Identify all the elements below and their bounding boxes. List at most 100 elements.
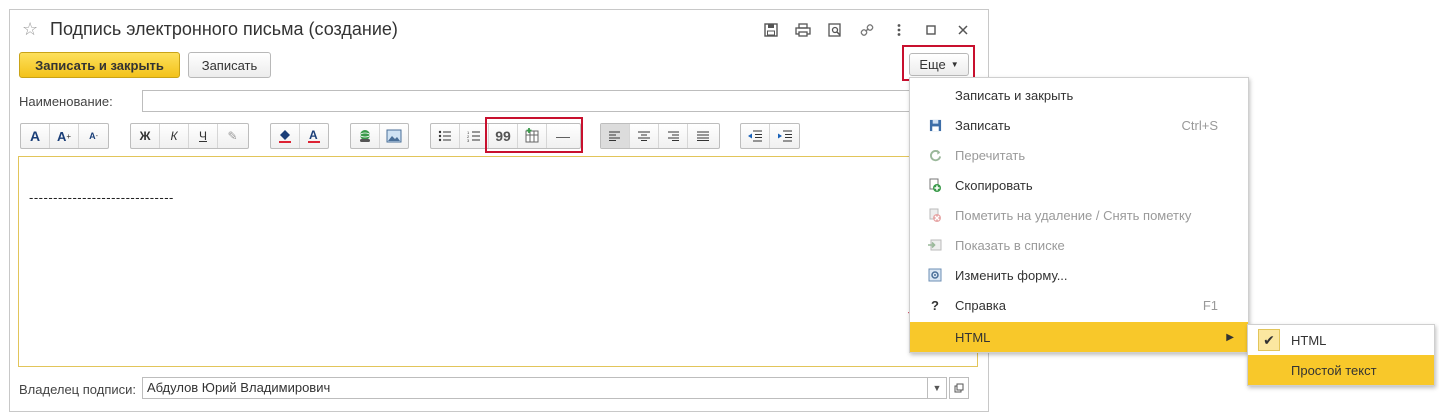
italic-button[interactable]: К — [160, 124, 189, 148]
text-style-group: Ж К Ч ✎ — [130, 123, 249, 149]
link-icon[interactable] — [854, 18, 880, 42]
more-icon[interactable] — [886, 18, 912, 42]
indent-button[interactable] — [770, 124, 799, 148]
editor-content: ------------------------------ — [29, 190, 174, 205]
font-normal-glyph: A — [29, 128, 41, 144]
insert-group — [350, 123, 409, 149]
owner-label: Владелец подписи: — [19, 382, 136, 397]
menu-item-label: Пометить на удаление / Снять пометку — [955, 207, 1192, 223]
bullet-list-icon — [438, 130, 451, 142]
save-and-close-button[interactable]: Записать и закрыть — [19, 52, 180, 78]
menu-item-shortcut: Ctrl+S — [1181, 117, 1218, 133]
owner-open-button[interactable] — [949, 377, 969, 399]
menu-item-label: Записать и закрыть — [955, 87, 1074, 103]
close-icon[interactable] — [950, 18, 976, 42]
name-label: Наименование: — [19, 94, 113, 109]
show-in-list-icon — [928, 238, 942, 252]
save-icon[interactable] — [758, 18, 784, 42]
underline-button[interactable]: Ч — [189, 124, 218, 148]
underline-glyph: Ч — [199, 129, 207, 143]
delete-mark-icon — [928, 208, 942, 222]
submenu-item-label: HTML — [1291, 332, 1327, 348]
svg-text:A: A — [309, 128, 318, 142]
menu-item-html[interactable]: HTML ▶ — [910, 322, 1248, 352]
menu-item-reread[interactable]: Перечитать — [910, 140, 1248, 170]
menu-item-save-close[interactable]: Записать и закрыть — [910, 80, 1248, 110]
alignment-group — [600, 123, 720, 149]
menu-item-show-in-list[interactable]: Показать в списке — [910, 230, 1248, 260]
submenu-item-plain-text[interactable]: Простой текст — [1248, 355, 1434, 385]
align-justify-icon — [696, 131, 709, 141]
menu-item-shortcut: F1 — [1202, 297, 1218, 313]
align-left-icon — [609, 131, 620, 141]
check-icon: ✔ — [1258, 329, 1280, 351]
font-normal-button[interactable]: A — [21, 124, 50, 148]
preview-icon[interactable] — [822, 18, 848, 42]
align-justify-button[interactable] — [688, 124, 717, 148]
copy-icon — [928, 178, 942, 192]
image-icon — [386, 129, 402, 143]
italic-glyph: К — [170, 129, 178, 143]
favorite-star-icon[interactable]: ☆ — [22, 19, 38, 40]
html-submenu: ✔ HTML Простой текст — [1247, 324, 1435, 386]
submenu-arrow-icon: ▶ — [1226, 331, 1234, 343]
print-icon[interactable] — [790, 18, 816, 42]
menu-item-edit-form[interactable]: Изменить форму... — [910, 260, 1248, 290]
font-decrease-button[interactable]: A- — [79, 124, 108, 148]
save-icon — [928, 118, 942, 132]
insert-link-button[interactable] — [351, 124, 380, 148]
align-center-icon — [638, 131, 650, 141]
text-color-button[interactable]: A — [300, 124, 328, 148]
menu-item-label: HTML — [955, 329, 991, 345]
menu-item-label: Записать — [955, 117, 1011, 133]
strikethrough-button[interactable]: ✎ — [218, 124, 247, 148]
title-icons — [758, 18, 976, 42]
background-color-button[interactable] — [271, 124, 300, 148]
help-icon: ? — [931, 297, 939, 313]
svg-text:3: 3 — [467, 138, 470, 142]
more-menu: Записать и закрыть Записать Ctrl+S Переч… — [909, 77, 1249, 353]
menu-item-label: Скопировать — [955, 177, 1033, 193]
dropdown-triangle-icon: ▼ — [932, 383, 942, 393]
numbered-list-icon: 123 — [467, 130, 480, 142]
edit-form-icon — [928, 268, 942, 282]
align-right-icon — [668, 131, 679, 141]
menu-item-mark-delete[interactable]: Пометить на удаление / Снять пометку — [910, 200, 1248, 230]
menu-item-label: Изменить форму... — [955, 267, 1068, 283]
text-color-icon: A — [307, 128, 320, 143]
bullet-list-button[interactable] — [431, 124, 460, 148]
submenu-item-label: Простой текст — [1291, 362, 1377, 378]
menu-item-copy[interactable]: Скопировать — [910, 170, 1248, 200]
indent-icon — [777, 130, 792, 142]
owner-field[interactable]: Абдулов Юрий Владимирович — [142, 377, 946, 399]
font-increase-button[interactable]: A + — [50, 124, 79, 148]
font-increase-glyph: A — [56, 128, 67, 144]
signature-editor[interactable]: ------------------------------ — [18, 156, 978, 367]
outdent-button[interactable] — [741, 124, 770, 148]
form-window: ☆ Подпись электронного письма (создание)… — [9, 9, 989, 412]
align-left-button[interactable] — [601, 124, 630, 148]
name-field[interactable] — [142, 90, 912, 112]
align-right-button[interactable] — [659, 124, 688, 148]
color-group: A — [270, 123, 329, 149]
outdent-icon — [748, 130, 762, 142]
annotation-highlight-box — [485, 117, 583, 153]
owner-dropdown-button[interactable]: ▼ — [927, 377, 947, 399]
font-size-group: A A + A- — [20, 123, 109, 149]
window-title: Подпись электронного письма (создание) — [50, 19, 398, 39]
menu-item-save[interactable]: Записать Ctrl+S — [910, 110, 1248, 140]
submenu-item-html[interactable]: ✔ HTML — [1248, 325, 1434, 355]
menu-item-help[interactable]: ? Справка F1 — [910, 290, 1248, 320]
menu-item-label: Справка — [955, 297, 1006, 313]
indent-group — [740, 123, 800, 149]
refresh-icon — [928, 148, 942, 162]
globe-link-icon — [359, 130, 371, 142]
align-center-button[interactable] — [630, 124, 659, 148]
maximize-icon[interactable] — [918, 18, 944, 42]
annotation-highlight-box — [902, 45, 975, 81]
bold-button[interactable]: Ж — [131, 124, 160, 148]
save-button[interactable]: Записать — [188, 52, 271, 78]
menu-item-label: Показать в списке — [955, 237, 1065, 253]
insert-image-button[interactable] — [380, 124, 408, 148]
bold-glyph: Ж — [139, 129, 151, 143]
